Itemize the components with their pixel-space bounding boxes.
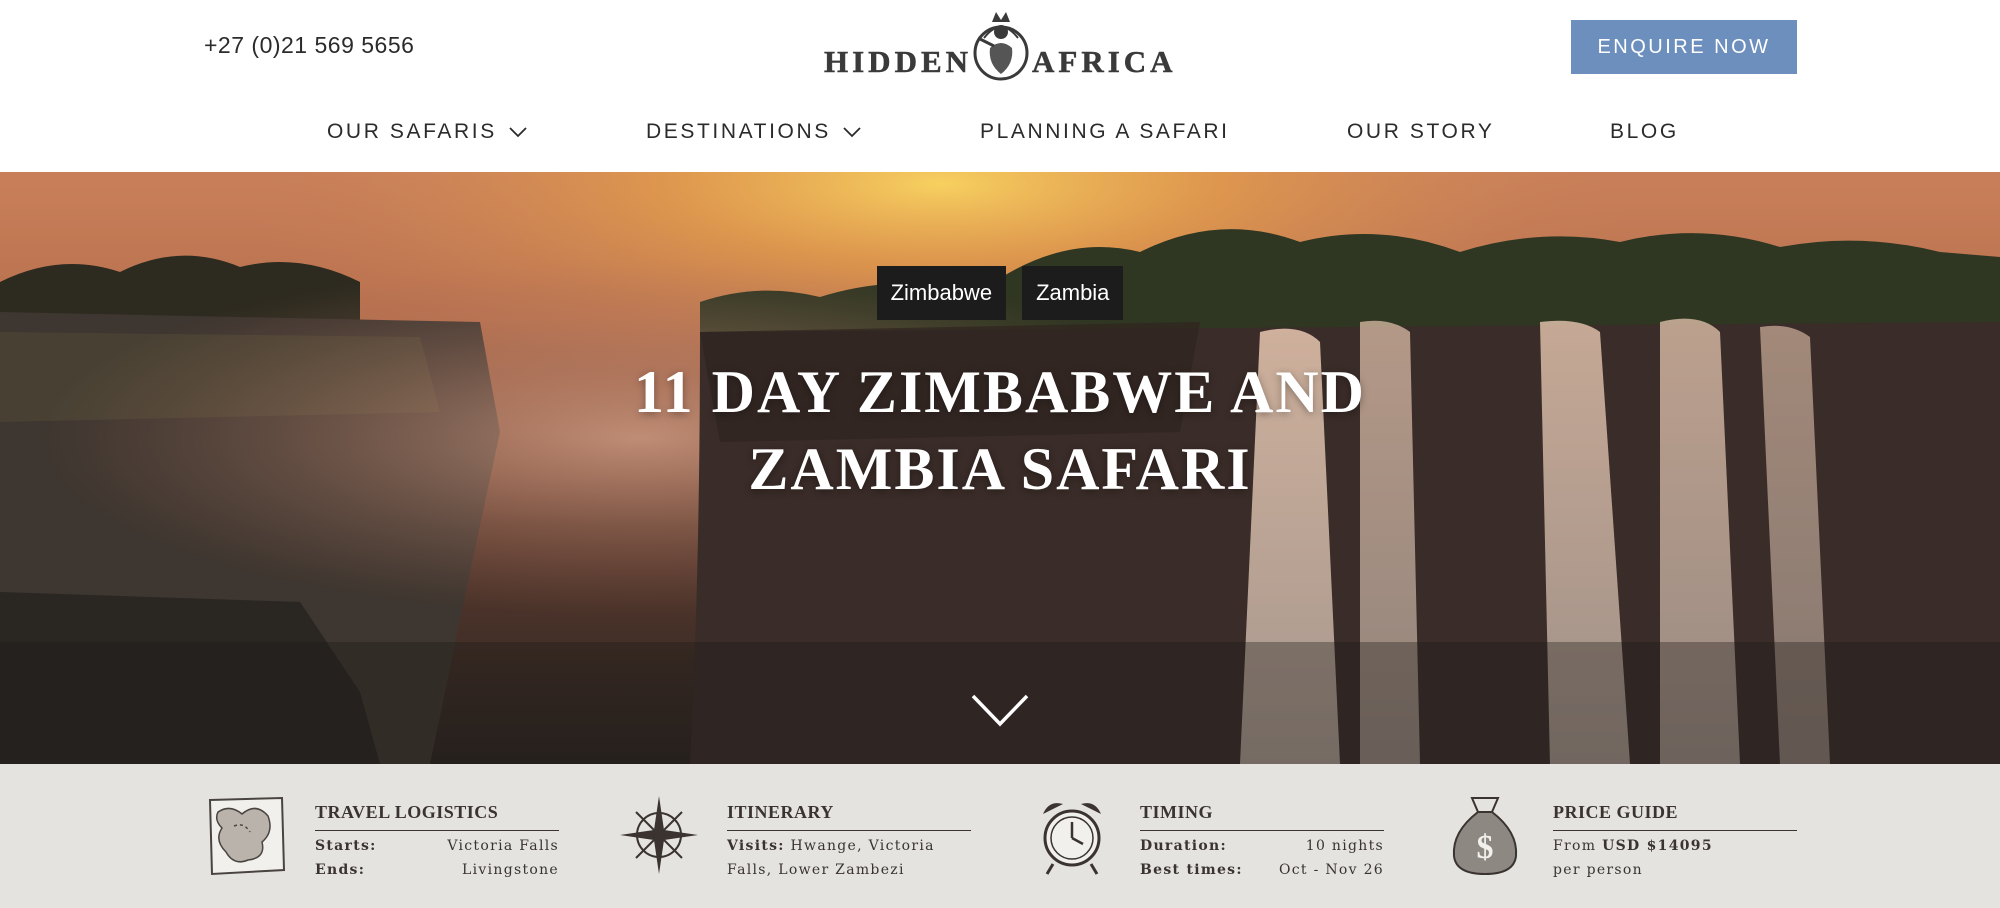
visits-label: Visits:	[727, 838, 785, 854]
enquire-now-button[interactable]: ENQUIRE NOW	[1571, 20, 1797, 74]
nav-item-our-story[interactable]: OUR STORY	[1347, 120, 1494, 144]
main-nav: OUR SAFARIS DESTINATIONS PLANNING A SAFA…	[0, 120, 2000, 150]
trip-info-bar: TRAVEL LOGISTICS Starts: Victoria Falls …	[0, 764, 2000, 908]
phone-number[interactable]: +27 (0)21 569 5656	[204, 32, 414, 59]
compass-icon	[620, 796, 698, 874]
page-title-line2: ZAMBIA SAFARI	[748, 436, 1252, 502]
timing-title: TIMING	[1140, 802, 1384, 831]
price-amount: USD $14095	[1602, 838, 1713, 854]
logo-word-left: HIDDEN	[824, 44, 973, 80]
nav-item-label: OUR SAFARIS	[327, 120, 497, 143]
nav-item-blog[interactable]: BLOG	[1610, 120, 1679, 144]
best-times-value: Oct - Nov 26	[1278, 862, 1384, 878]
itinerary-title: ITINERARY	[727, 802, 971, 831]
chevron-down-icon	[843, 127, 861, 138]
chevron-down-icon	[509, 127, 527, 138]
nav-item-destinations[interactable]: DESTINATIONS	[646, 120, 861, 144]
price-per-person: per person	[1553, 862, 1643, 878]
travel-logistics-title: TRAVEL LOGISTICS	[315, 802, 559, 831]
nav-item-label: DESTINATIONS	[646, 120, 831, 143]
nav-item-label: OUR STORY	[1347, 120, 1495, 143]
alarm-clock-icon	[1043, 803, 1101, 875]
destination-tags: Zimbabwe Zambia	[0, 266, 2000, 320]
nav-item-planning-a-safari[interactable]: PLANNING A SAFARI	[980, 120, 1230, 144]
price-guide-title: PRICE GUIDE	[1553, 802, 1797, 831]
page-title-line1: 11 DAY ZIMBABWE AND	[633, 359, 1366, 425]
best-times-label: Best times:	[1140, 862, 1243, 878]
duration-label: Duration:	[1140, 838, 1227, 854]
logo-word-right: AFRICA	[1032, 44, 1177, 80]
map-icon	[208, 796, 286, 876]
page-title: 11 DAY ZIMBABWE AND ZAMBIA SAFARI	[0, 354, 2000, 508]
duration-value: 10 nights	[1305, 838, 1384, 854]
money-bag-icon: $	[1452, 797, 1518, 876]
price-from-label: From	[1553, 838, 1597, 854]
hero-banner: Zimbabwe Zambia 11 DAY ZIMBABWE AND ZAMB…	[0, 172, 2000, 764]
logo-emblem-icon	[973, 12, 1029, 81]
tag-zambia[interactable]: Zambia	[1022, 266, 1124, 320]
ends-label: Ends:	[315, 862, 366, 878]
nav-item-label: PLANNING A SAFARI	[980, 120, 1230, 143]
starts-value: Victoria Falls	[447, 838, 559, 854]
ends-value: Livingstone	[462, 862, 559, 878]
nav-item-our-safaris[interactable]: OUR SAFARIS	[327, 120, 527, 144]
site-header: +27 (0)21 569 5656 HIDDEN AFRICA ENQUIRE…	[0, 0, 2000, 172]
svg-text:$: $	[1477, 829, 1494, 866]
starts-label: Starts:	[315, 838, 377, 854]
hidden-africa-logo[interactable]: HIDDEN AFRICA	[822, 8, 1178, 84]
chevron-down-icon[interactable]	[970, 692, 1030, 728]
tag-zimbabwe[interactable]: Zimbabwe	[876, 266, 1007, 320]
nav-item-label: BLOG	[1610, 120, 1679, 143]
